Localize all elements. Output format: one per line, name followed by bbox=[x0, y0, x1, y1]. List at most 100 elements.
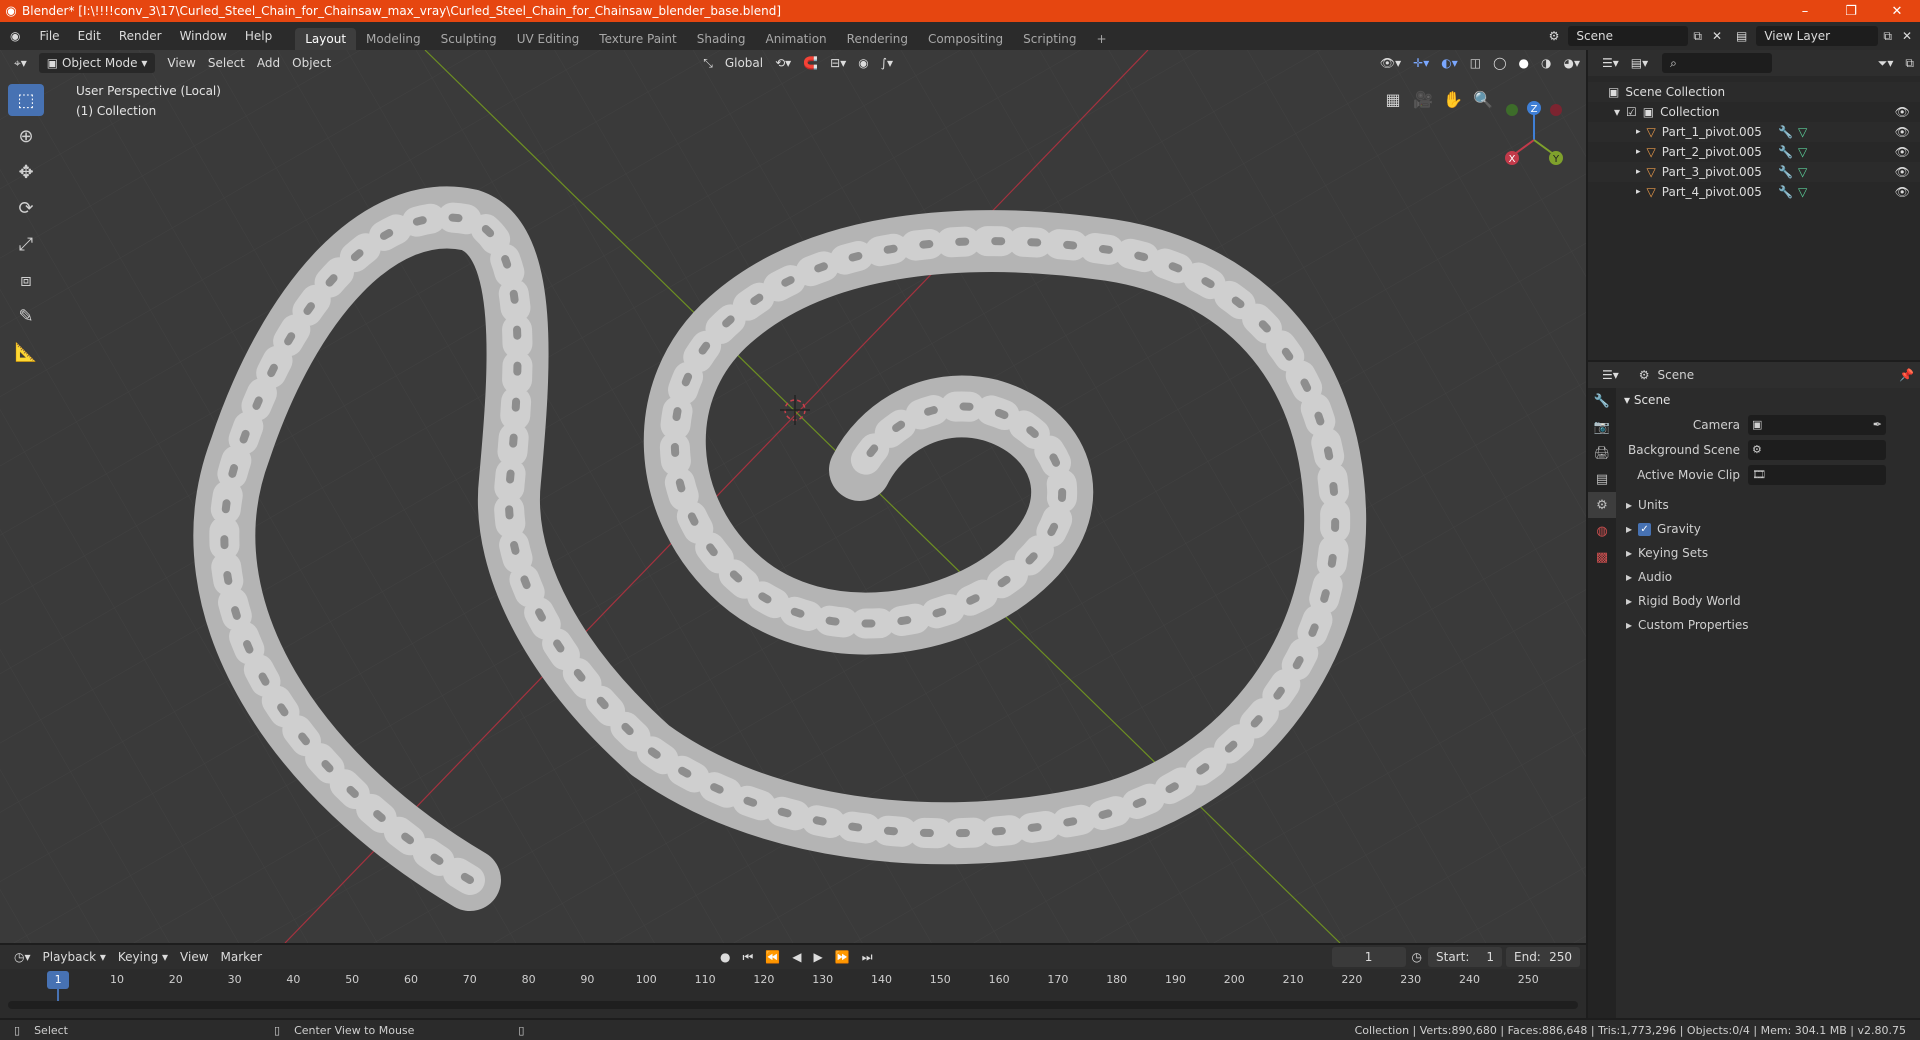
snap-icon[interactable]: 🧲 bbox=[797, 53, 824, 73]
cursor-icon[interactable]: ⊕ bbox=[8, 120, 44, 152]
3d-viewport[interactable]: ⌖▾ ▣ Object Mode ▾ View Select Add Objec… bbox=[0, 50, 1586, 943]
measure-icon[interactable]: 📐 bbox=[8, 336, 44, 368]
prev-keyframe-icon[interactable]: ⏪ bbox=[759, 947, 786, 967]
modifier-wrench-icon[interactable]: 🔧 bbox=[1778, 182, 1793, 202]
view-layer-field[interactable]: View Layer bbox=[1756, 26, 1879, 46]
menu-timeline-view[interactable]: View bbox=[174, 947, 214, 967]
modifier-wrench-icon[interactable]: 🔧 bbox=[1778, 142, 1793, 162]
timeline-editor-icon[interactable]: ◷▾ bbox=[8, 947, 37, 967]
custom-properties-panel-header[interactable]: ▸ Custom Properties bbox=[1618, 613, 1920, 637]
scene-panel-header[interactable]: ▾ Scene bbox=[1618, 388, 1920, 412]
collection-checkbox[interactable]: ☑ bbox=[1626, 102, 1637, 122]
proportional-edit-icon[interactable]: ◉ bbox=[852, 53, 874, 73]
preview-range-icon[interactable]: ◷ bbox=[1406, 947, 1428, 967]
expand-arrow-icon[interactable]: ▸ bbox=[1636, 162, 1641, 182]
render-tab-icon[interactable]: 📷 bbox=[1588, 414, 1616, 440]
properties-editor-icon[interactable]: ☰▾ bbox=[1596, 365, 1625, 385]
select-box-icon[interactable]: ⬚ bbox=[8, 84, 44, 116]
new-scene-icon[interactable]: ⧉ bbox=[1688, 22, 1707, 50]
play-reverse-icon[interactable]: ◀ bbox=[786, 947, 807, 967]
menu-select[interactable]: Select bbox=[202, 53, 251, 73]
scene-name-field[interactable]: Scene bbox=[1568, 26, 1689, 46]
delete-scene-icon[interactable]: ✕ bbox=[1707, 22, 1727, 50]
start-frame-field[interactable]: Start: 1 bbox=[1428, 947, 1502, 967]
auto-keying-icon[interactable]: ● bbox=[714, 947, 736, 967]
visibility-eye-icon[interactable]: 👁 bbox=[1895, 142, 1910, 162]
timeline-scrollbar[interactable] bbox=[8, 1001, 1578, 1009]
tab-texture-paint[interactable]: Texture Paint bbox=[589, 28, 686, 50]
scene-collection-row[interactable]: ▣ Scene Collection bbox=[1588, 82, 1920, 102]
expand-arrow-icon[interactable]: ▸ bbox=[1636, 142, 1641, 162]
mesh-data-icon[interactable]: ▽ bbox=[1798, 142, 1807, 162]
orientation-dropdown[interactable]: Global bbox=[719, 53, 769, 73]
modifier-wrench-icon[interactable]: 🔧 bbox=[1778, 162, 1793, 182]
transform-icon[interactable]: ⧈ bbox=[8, 264, 44, 296]
tab-sculpting[interactable]: Sculpting bbox=[431, 28, 507, 50]
tab-uv-editing[interactable]: UV Editing bbox=[507, 28, 590, 50]
navigation-gizmo[interactable]: Z X Y bbox=[1494, 90, 1574, 170]
menu-help[interactable]: Help bbox=[236, 22, 281, 50]
expand-arrow-icon[interactable]: ▾ bbox=[1614, 102, 1620, 122]
background-scene-field[interactable]: ⚙ bbox=[1748, 439, 1886, 460]
close-button[interactable]: ✕ bbox=[1874, 0, 1920, 22]
menu-file[interactable]: File bbox=[30, 22, 68, 50]
world-tab-icon[interactable]: ◍ bbox=[1588, 518, 1616, 544]
outliner-object-row[interactable]: ▸ ▽ Part_4_pivot.005 🔧 ▽ 👁 bbox=[1588, 182, 1920, 202]
jump-start-icon[interactable]: ⏮ bbox=[737, 947, 760, 967]
delete-view-layer-icon[interactable]: ✕ bbox=[1897, 22, 1920, 50]
visibility-eye-icon[interactable]: 👁 bbox=[1895, 162, 1910, 182]
menu-keying[interactable]: Keying ▾ bbox=[112, 947, 174, 967]
expand-arrow-icon[interactable]: ▸ bbox=[1636, 182, 1641, 202]
next-keyframe-icon[interactable]: ⏩ bbox=[829, 947, 856, 967]
view-layer-tab-icon[interactable]: ▤ bbox=[1588, 466, 1616, 492]
mesh-data-icon[interactable]: ▽ bbox=[1798, 182, 1807, 202]
modifier-wrench-icon[interactable]: 🔧 bbox=[1778, 122, 1793, 142]
blender-menu-icon[interactable]: ◉ bbox=[0, 22, 30, 50]
texture-tab-icon[interactable]: ▩ bbox=[1588, 544, 1616, 570]
minimize-button[interactable]: – bbox=[1782, 0, 1828, 22]
eyedropper-icon[interactable]: ✒ bbox=[1873, 418, 1882, 431]
scene-tab-icon[interactable]: ⚙ bbox=[1588, 492, 1616, 518]
menu-view[interactable]: View bbox=[161, 53, 201, 73]
material-shading-icon[interactable]: ◑ bbox=[1535, 53, 1557, 73]
snap-target-icon[interactable]: ⊟▾ bbox=[824, 53, 852, 73]
solid-shading-icon[interactable]: ● bbox=[1513, 53, 1535, 73]
keying-sets-panel-header[interactable]: ▸ Keying Sets bbox=[1618, 541, 1920, 565]
current-frame-field[interactable]: 1 bbox=[1331, 947, 1406, 967]
jump-end-icon[interactable]: ⏭ bbox=[856, 947, 879, 967]
outliner-object-row[interactable]: ▸ ▽ Part_2_pivot.005 🔧 ▽ 👁 bbox=[1588, 142, 1920, 162]
tab-layout[interactable]: Layout bbox=[295, 28, 357, 50]
tab-modeling[interactable]: Modeling bbox=[356, 28, 431, 50]
menu-object[interactable]: Object bbox=[286, 53, 337, 73]
pin-icon[interactable]: 📌 bbox=[1893, 365, 1920, 385]
gizmo-toggle-icon[interactable]: ✛▾ bbox=[1407, 53, 1435, 73]
scale-icon[interactable]: ⤢ bbox=[8, 228, 44, 260]
menu-edit[interactable]: Edit bbox=[69, 22, 110, 50]
tab-rendering[interactable]: Rendering bbox=[837, 28, 918, 50]
mode-dropdown[interactable]: ▣ Object Mode ▾ bbox=[38, 53, 156, 73]
new-collection-icon[interactable]: ⧉ bbox=[1899, 53, 1920, 73]
rigid-body-world-panel-header[interactable]: ▸ Rigid Body World bbox=[1618, 589, 1920, 613]
tool-tab-icon[interactable]: 🔧 bbox=[1588, 388, 1616, 414]
collection-row[interactable]: ▾ ☑ ▣ Collection 👁 bbox=[1588, 102, 1920, 122]
gravity-checkbox[interactable]: ✓ bbox=[1638, 522, 1652, 536]
outliner-editor-icon[interactable]: ☰▾ bbox=[1596, 53, 1625, 73]
menu-marker[interactable]: Marker bbox=[215, 947, 268, 967]
tab-compositing[interactable]: Compositing bbox=[918, 28, 1013, 50]
expand-arrow-icon[interactable]: ▸ bbox=[1636, 122, 1641, 142]
menu-add[interactable]: Add bbox=[251, 53, 286, 73]
menu-render[interactable]: Render bbox=[110, 22, 171, 50]
falloff-icon[interactable]: ∫▾ bbox=[875, 53, 899, 73]
rendered-shading-icon[interactable]: ◕▾ bbox=[1558, 53, 1587, 73]
menu-window[interactable]: Window bbox=[171, 22, 236, 50]
restore-button[interactable]: ❐ bbox=[1828, 0, 1874, 22]
editor-type-icon[interactable]: ⌖▾ bbox=[8, 53, 33, 73]
xray-icon[interactable]: ◫ bbox=[1464, 53, 1487, 73]
mesh-data-icon[interactable]: ▽ bbox=[1798, 122, 1807, 142]
add-workspace-button[interactable]: + bbox=[1087, 28, 1117, 50]
outliner-object-row[interactable]: ▸ ▽ Part_1_pivot.005 🔧 ▽ 👁 bbox=[1588, 122, 1920, 142]
rotate-icon[interactable]: ⟳ bbox=[8, 192, 44, 224]
display-mode-icon[interactable]: ▤▾ bbox=[1625, 53, 1654, 73]
filter-icon[interactable]: ⏷▾ bbox=[1872, 53, 1900, 73]
timeline-ruler[interactable]: 1 10 20 30 40 50 60 70 80 90 100 110 120 130 140 150 160… bbox=[0, 971, 1586, 1001]
